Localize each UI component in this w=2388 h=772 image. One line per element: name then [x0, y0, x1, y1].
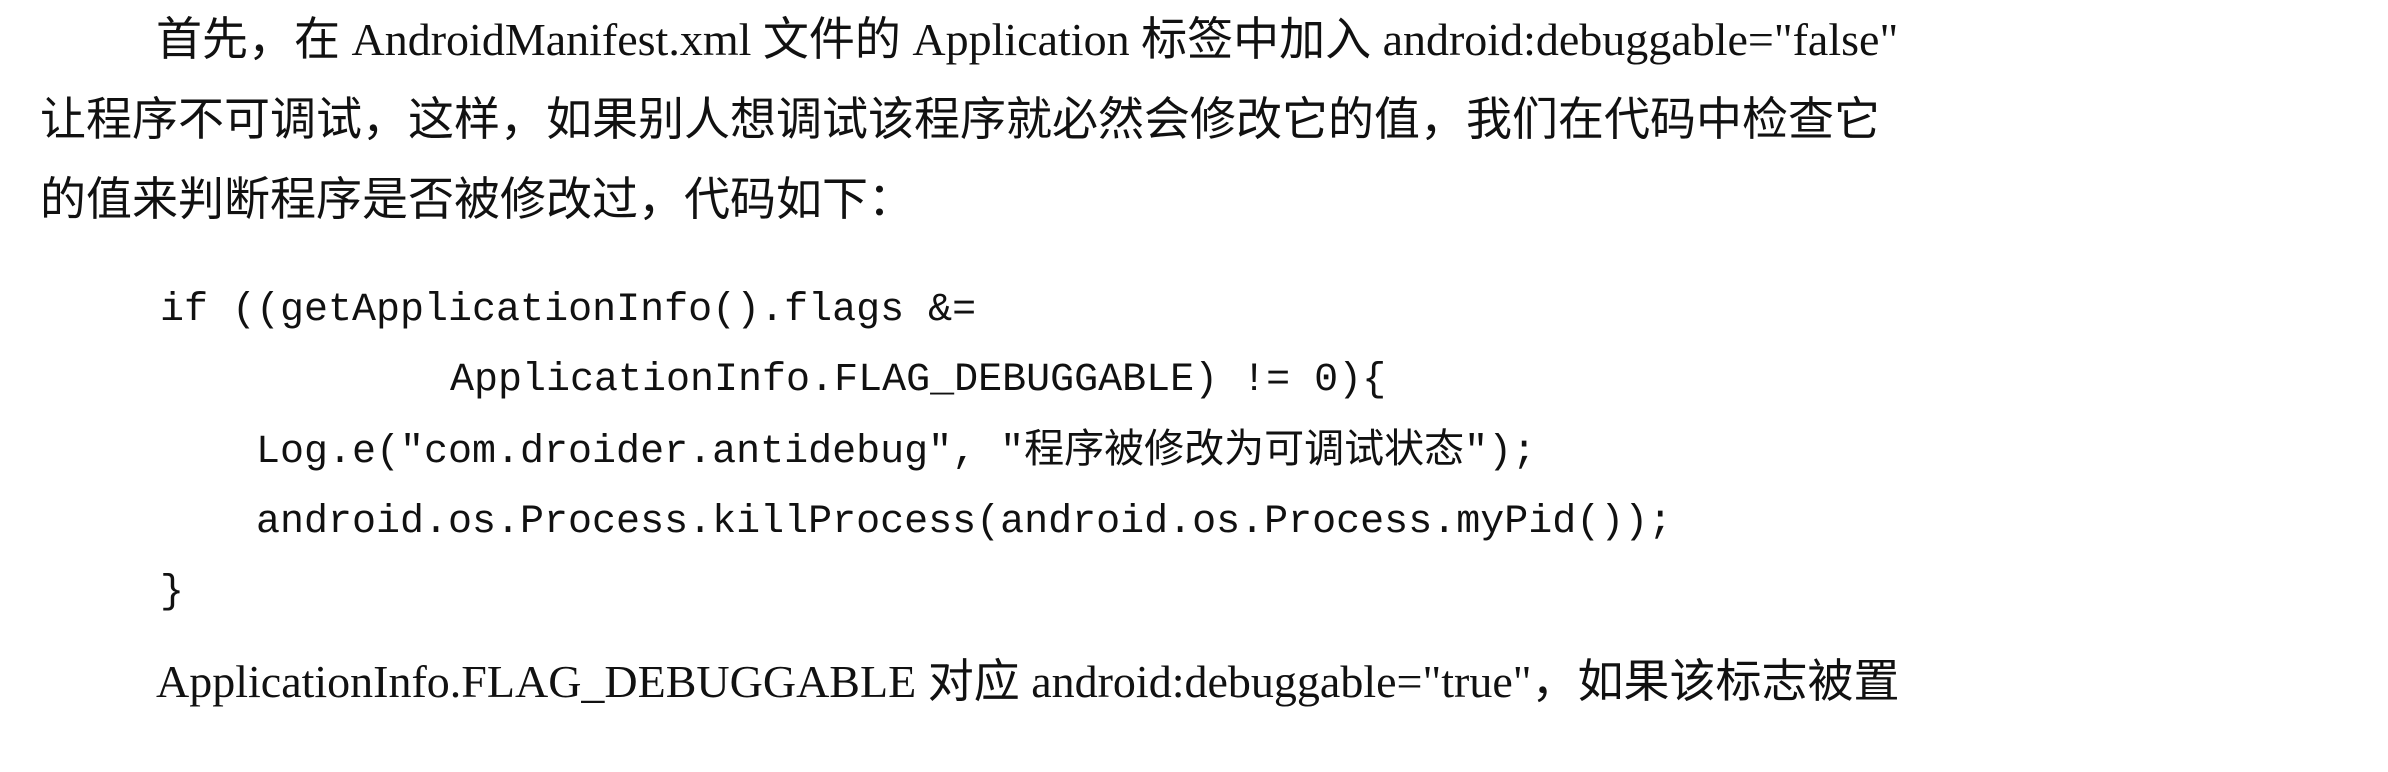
- document-page: 首先，在 AndroidManifest.xml 文件的 Application…: [0, 0, 2388, 772]
- paragraph-1-line-1: 首先，在 AndroidManifest.xml 文件的 Application…: [156, 14, 1899, 65]
- code-line-4: android.os.Process.killProcess(android.o…: [256, 500, 1673, 545]
- code-line-3: Log.e("com.droider.antidebug", "程序被修改为可调…: [256, 430, 1537, 475]
- paragraph-1-line-2: 让程序不可调试，这样，如果别人想调试该程序就必然会修改它的值，我们在代码中检查它: [40, 94, 1880, 145]
- paragraph-2-line-1: ApplicationInfo.FLAG_DEBUGGABLE 对应 andro…: [156, 656, 1900, 707]
- code-line-2: ApplicationInfo.FLAG_DEBUGGABLE) != 0){: [450, 358, 1387, 403]
- code-line-1: if ((getApplicationInfo().flags &=: [160, 288, 977, 333]
- paragraph-1-line-3: 的值来判断程序是否被修改过，代码如下：: [40, 174, 914, 225]
- code-line-5: }: [160, 570, 185, 615]
